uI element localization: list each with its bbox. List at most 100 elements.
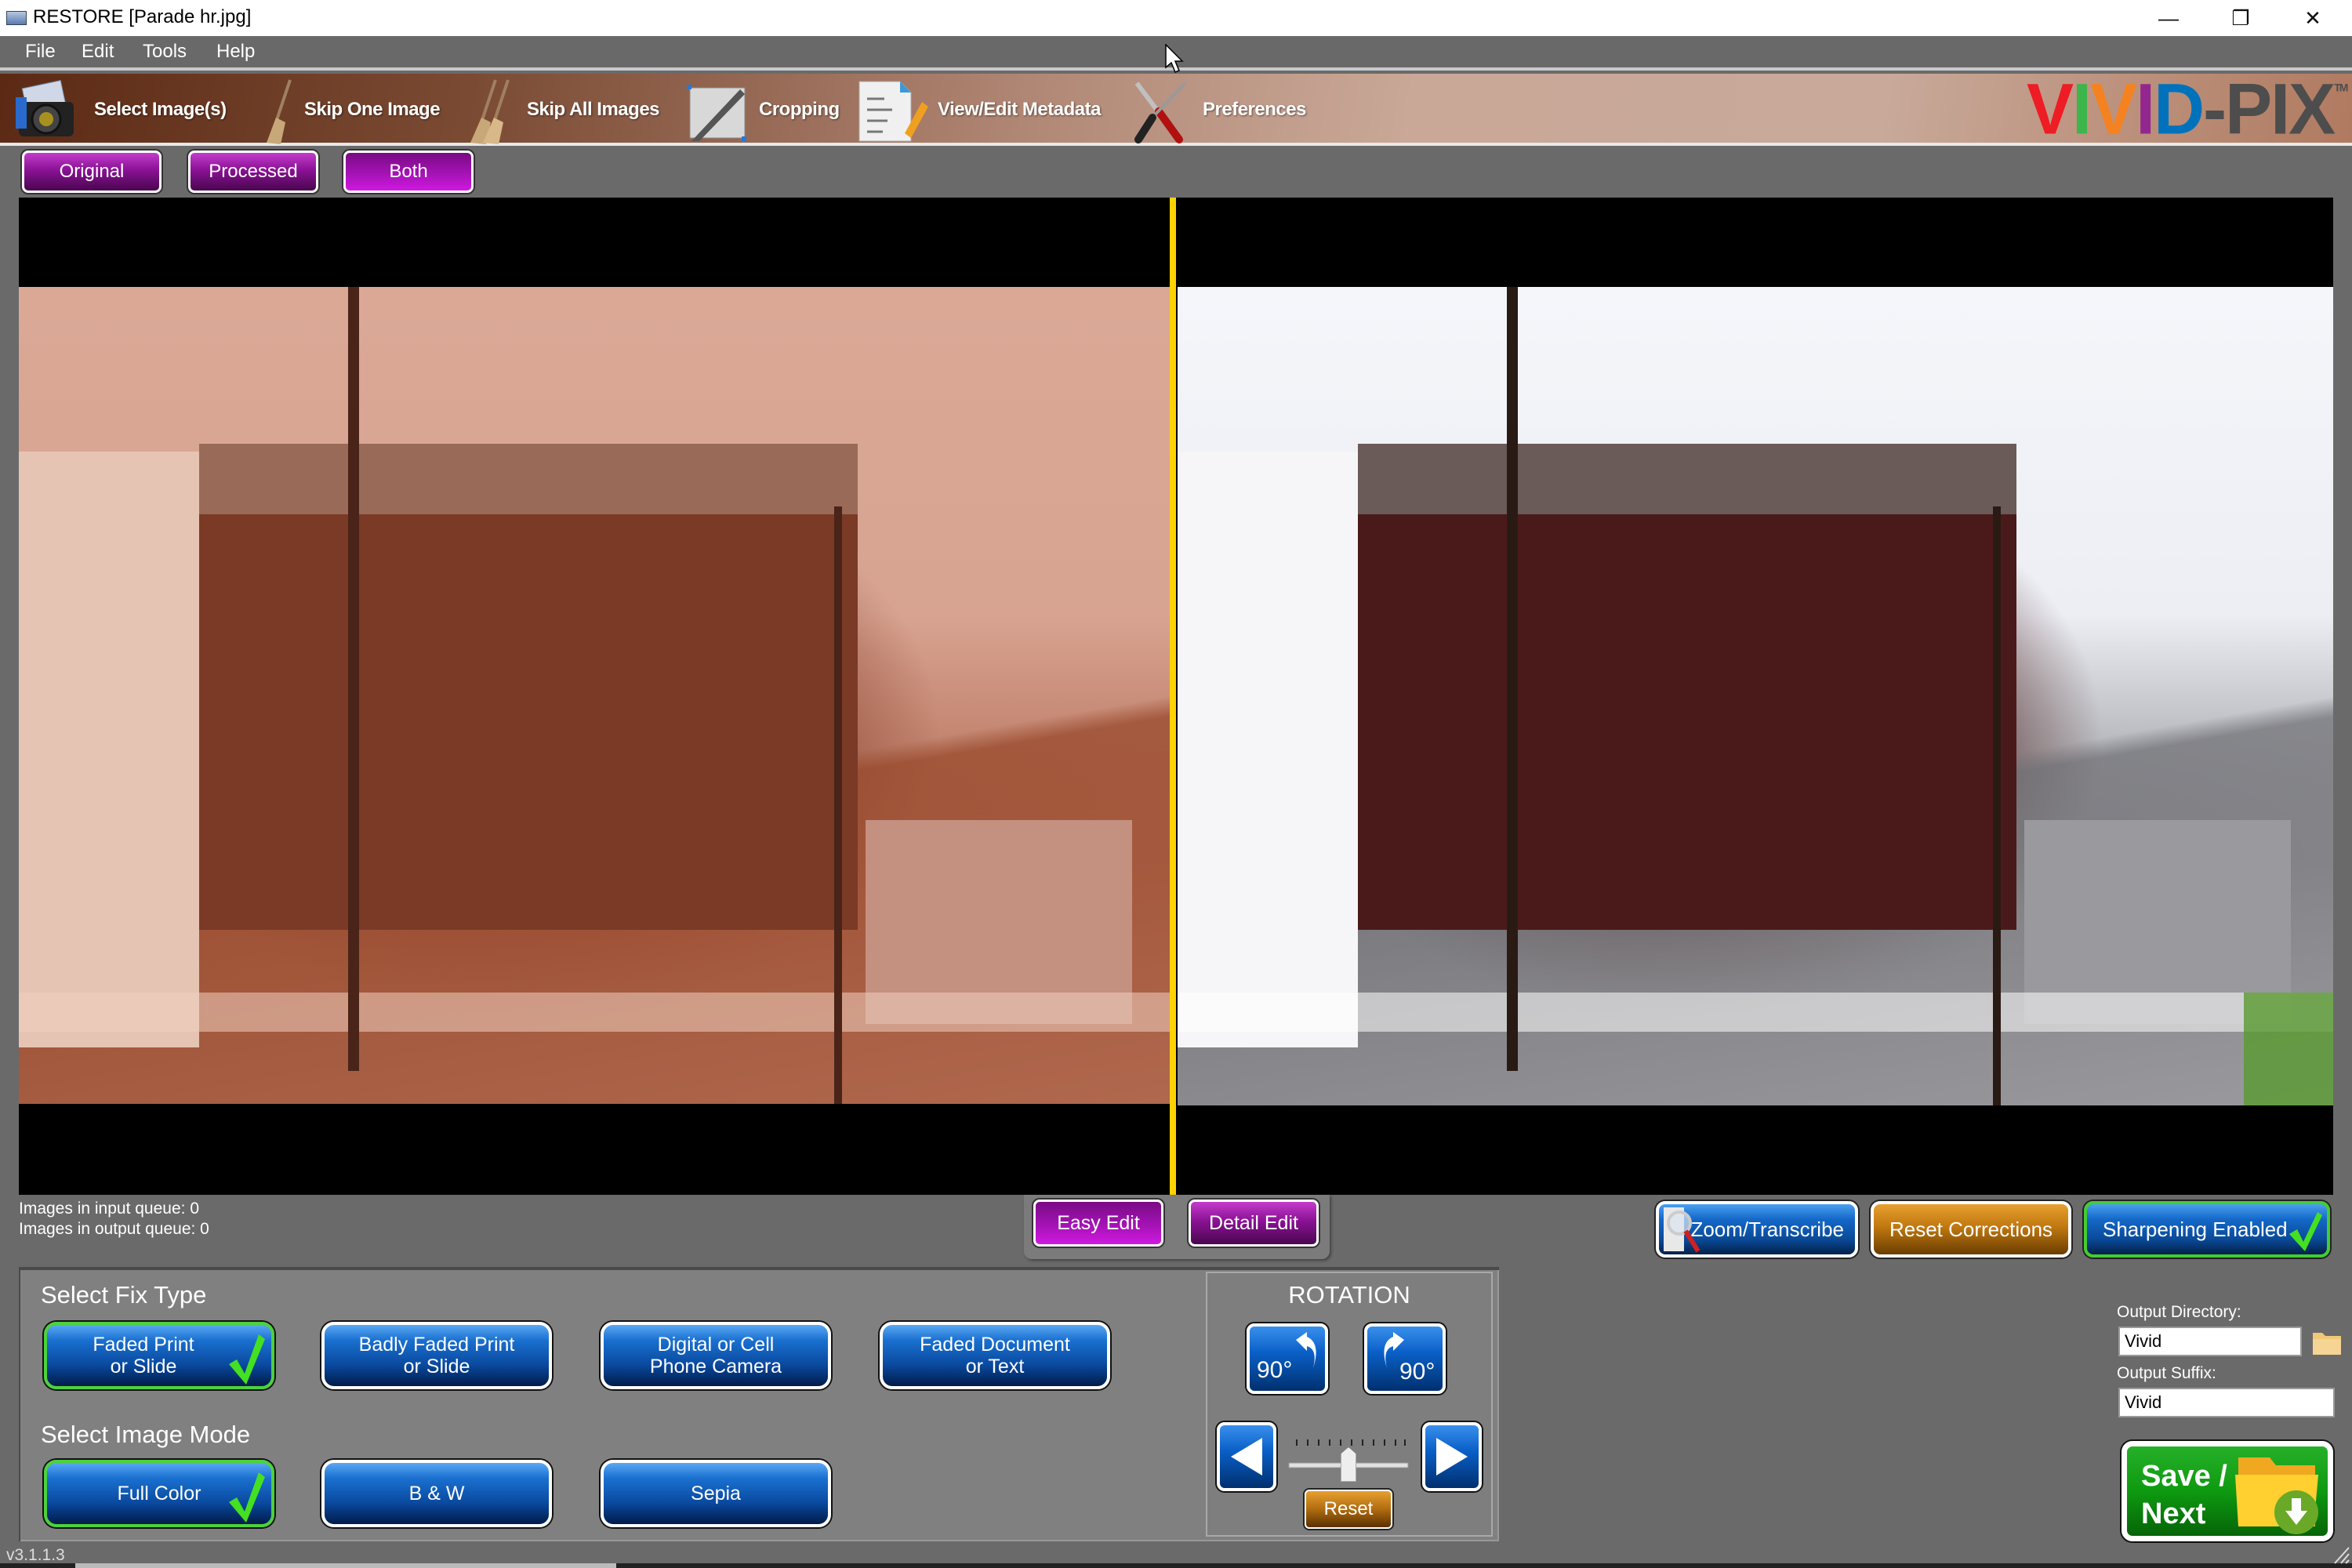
- fix-badly-faded-button[interactable]: Badly Faded Print or Slide: [321, 1322, 552, 1389]
- mode-sepia-label: Sepia: [691, 1483, 741, 1504]
- cropping-button[interactable]: Cropping: [685, 74, 840, 146]
- logo-letter: I: [2270, 69, 2290, 150]
- utility-pole: [1507, 287, 1518, 1071]
- view-original-button[interactable]: Original: [22, 151, 162, 193]
- select-images-button[interactable]: Select Image(s): [11, 74, 227, 146]
- save-next-button[interactable]: Save / Next: [2122, 1441, 2333, 1541]
- fix-digital-camera-text: Digital or Cell Phone Camera: [650, 1334, 782, 1377]
- logo-letter: I: [2072, 69, 2092, 150]
- mansard-roof: [1358, 444, 2016, 514]
- cropping-label: Cropping: [759, 99, 840, 120]
- input-queue-status: Images in input queue: 0: [19, 1200, 199, 1218]
- slider-thumb[interactable]: [1341, 1447, 1356, 1482]
- rotate-cw-button[interactable]: 90°: [1364, 1323, 1446, 1394]
- logo-letter: I: [2136, 69, 2155, 150]
- fix-faded-document-button[interactable]: Faded Document or Text: [880, 1322, 1110, 1389]
- scrollbar-thumb[interactable]: [75, 1563, 616, 1568]
- brooms-icon: [458, 78, 521, 144]
- fix-faded-print-button[interactable]: Faded Print or Slide: [44, 1322, 274, 1389]
- fix-badly-faded-text: Badly Faded Print or Slide: [359, 1334, 515, 1377]
- rotation-title: ROTATION: [1288, 1281, 1410, 1308]
- minimize-icon: —: [2158, 5, 2179, 30]
- skip-all-images-label: Skip All Images: [527, 99, 660, 120]
- output-suffix-input[interactable]: [2118, 1388, 2335, 1417]
- processed-photo: [1178, 287, 2333, 1105]
- view-edit-metadata-button[interactable]: View/Edit Metadata: [856, 74, 1101, 146]
- fix-faded-document-text: Faded Document or Text: [920, 1334, 1070, 1377]
- resize-grip-icon[interactable]: [2332, 1544, 2350, 1565]
- camera-icon: [11, 78, 74, 141]
- fix-line1: Badly Faded Print: [358, 1334, 515, 1356]
- utility-pole: [1993, 506, 2001, 1105]
- rotation-slider[interactable]: [1287, 1435, 1413, 1482]
- close-button[interactable]: ✕: [2277, 0, 2349, 36]
- save-line2: Next: [2141, 1497, 2206, 1530]
- close-icon: ✕: [2304, 5, 2321, 30]
- mansard-roof: [199, 444, 858, 514]
- preferences-button[interactable]: Preferences: [1121, 74, 1306, 146]
- zoom-transcribe-label: Zoom/Transcribe: [1690, 1217, 1844, 1241]
- view-both-button[interactable]: Both: [343, 151, 474, 193]
- broom-icon: [259, 78, 298, 144]
- rotation-reset-button[interactable]: Reset: [1305, 1490, 1392, 1529]
- compare-divider-handle[interactable]: [1170, 198, 1176, 1195]
- brick-building: [199, 491, 858, 930]
- arrow-left-icon: [1231, 1438, 1262, 1475]
- checkmark-icon: [229, 1334, 265, 1385]
- checkmark-icon: [2289, 1212, 2322, 1251]
- skip-one-image-label: Skip One Image: [304, 99, 441, 120]
- menu-file[interactable]: File: [25, 41, 56, 63]
- minimize-button[interactable]: —: [2132, 0, 2205, 36]
- output-directory-label: Output Directory:: [2117, 1303, 2241, 1321]
- logo-letter: -: [2203, 69, 2227, 150]
- fix-line1: Faded Print: [93, 1334, 194, 1356]
- rotate-left-button[interactable]: [1217, 1422, 1276, 1491]
- browse-folder-button[interactable]: [2311, 1330, 2343, 1356]
- skip-all-images-button[interactable]: Skip All Images: [458, 74, 660, 146]
- document-pencil-icon: [856, 78, 931, 142]
- output-directory-input[interactable]: [2118, 1327, 2302, 1356]
- skip-one-image-button[interactable]: Skip One Image: [259, 74, 441, 146]
- sharpening-label: Sharpening Enabled: [2103, 1217, 2288, 1241]
- zoom-transcribe-button[interactable]: Zoom/Transcribe: [1656, 1201, 1858, 1258]
- app-icon: [6, 11, 27, 25]
- utility-pole: [834, 506, 842, 1104]
- logo-letter: V: [2027, 69, 2074, 150]
- fix-line1: Digital or Cell: [657, 1334, 775, 1356]
- reset-corrections-button[interactable]: Reset Corrections: [1871, 1201, 2071, 1258]
- fix-line1: Faded Document: [920, 1334, 1070, 1356]
- sharpening-toggle[interactable]: Sharpening Enabled: [2084, 1201, 2330, 1258]
- easy-edit-tab[interactable]: Easy Edit: [1033, 1200, 1163, 1247]
- white-house: [1178, 452, 1358, 1047]
- mode-sepia-button[interactable]: Sepia: [601, 1460, 831, 1527]
- crop-icon: [685, 78, 753, 141]
- rotate-right-button[interactable]: [1422, 1422, 1482, 1491]
- menu-help[interactable]: Help: [216, 41, 255, 63]
- mode-bw-button[interactable]: B & W: [321, 1460, 552, 1527]
- restore-button[interactable]: ❐: [2205, 0, 2277, 36]
- fix-faded-print-text: Faded Print or Slide: [93, 1334, 194, 1377]
- version-label: v3.1.1.3: [6, 1546, 65, 1564]
- mode-full-color-button[interactable]: Full Color: [44, 1460, 274, 1527]
- output-suffix-label: Output Suffix:: [2117, 1364, 2216, 1382]
- folder-download-icon: [2235, 1457, 2318, 1534]
- fix-digital-camera-button[interactable]: Digital or Cell Phone Camera: [601, 1322, 831, 1389]
- view-processed-button[interactable]: Processed: [188, 151, 318, 193]
- title-bar: RESTORE [Parade hr.jpg] — ❐ ✕: [0, 0, 2352, 36]
- menu-tools[interactable]: Tools: [143, 41, 187, 63]
- fix-type-label: Select Fix Type: [41, 1281, 207, 1308]
- original-photo: [19, 287, 1170, 1104]
- fix-line2: or Slide: [403, 1356, 470, 1377]
- mode-bw-label: B & W: [408, 1483, 465, 1504]
- brick-building: [1358, 491, 2016, 930]
- fix-line2: or Text: [965, 1356, 1025, 1377]
- select-images-label: Select Image(s): [94, 99, 227, 120]
- menu-edit[interactable]: Edit: [82, 41, 114, 63]
- mouse-cursor-icon: [1165, 44, 1184, 73]
- rotation-panel: ROTATION 90° 90° Reset: [1206, 1272, 1493, 1537]
- toolbar: Select Image(s) Skip One Image Skip All …: [0, 74, 2352, 146]
- rotate-ccw-button[interactable]: 90°: [1247, 1323, 1328, 1394]
- tools-icon: [1121, 78, 1196, 143]
- detail-edit-tab[interactable]: Detail Edit: [1189, 1200, 1319, 1247]
- folder-icon: [2313, 1333, 2341, 1355]
